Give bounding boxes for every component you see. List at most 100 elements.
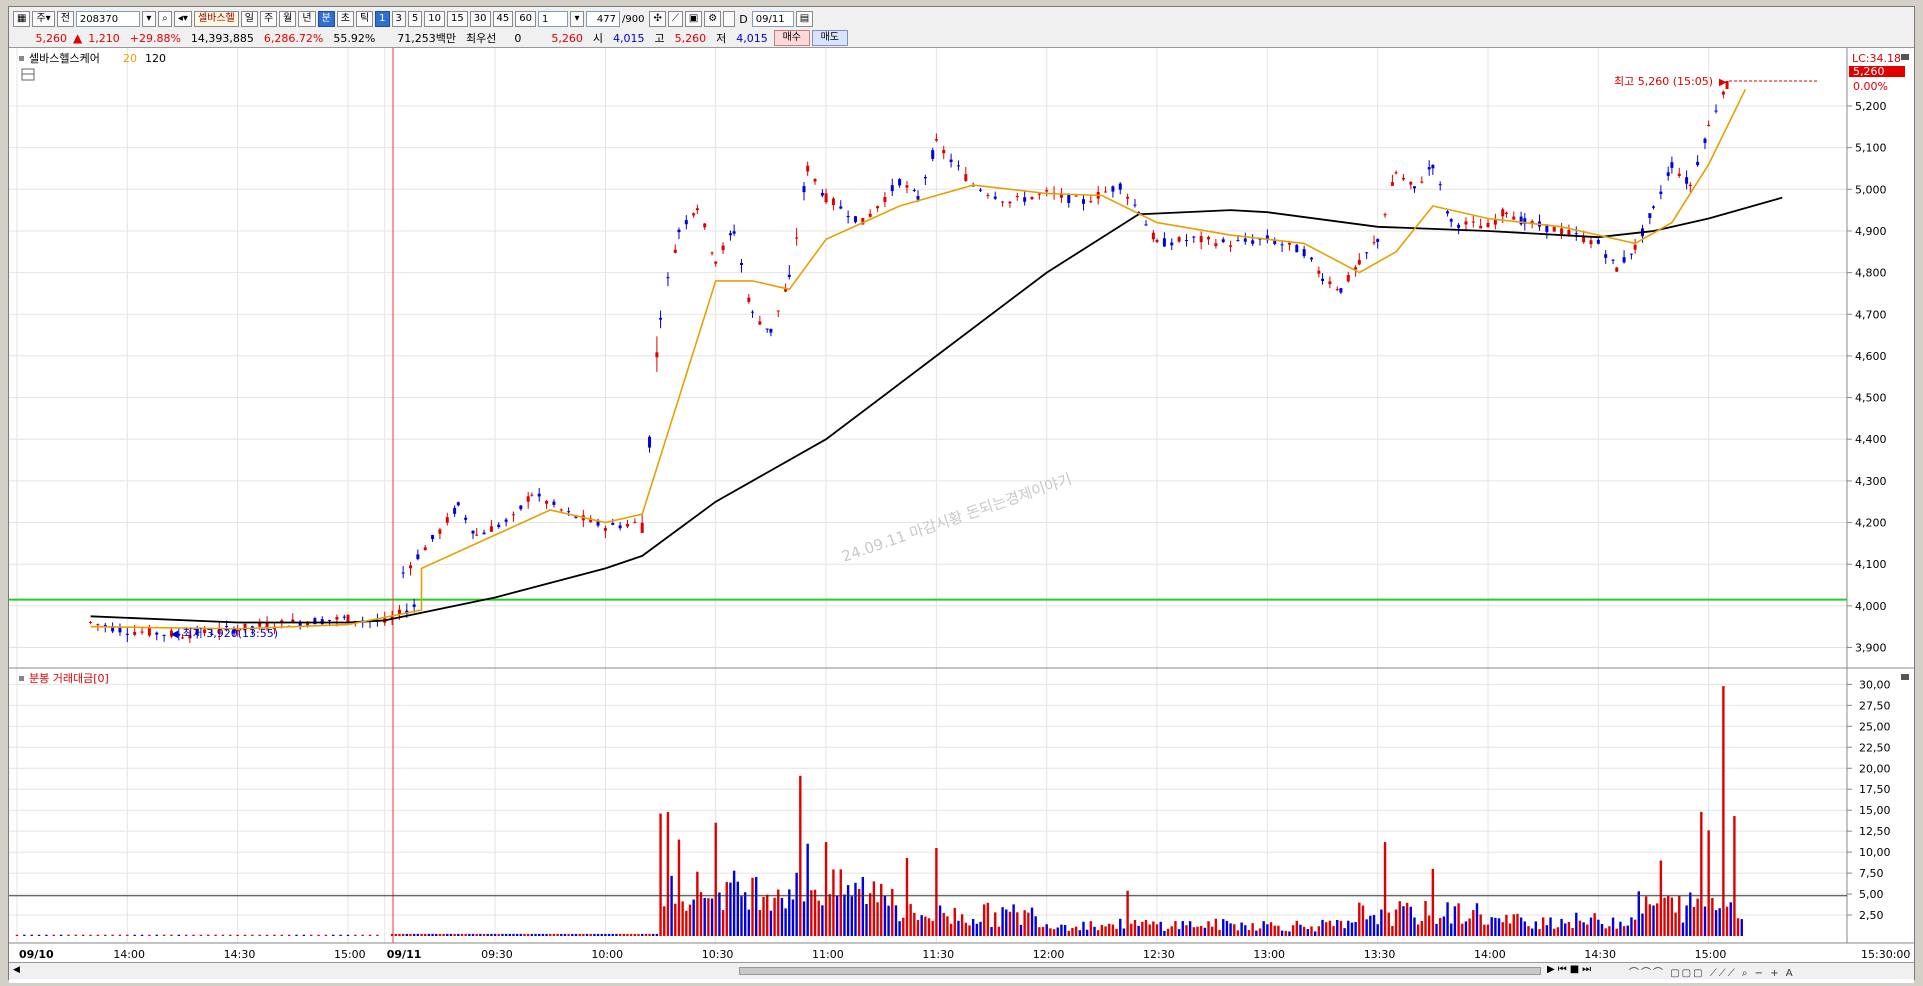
stock-code-input[interactable]: 208370 [75,11,140,27]
gear-icon[interactable]: ⚙ [704,11,722,27]
interval-1[interactable]: 1 [375,11,390,27]
scroll-nav-icons[interactable]: ▶⏮■⏭ [1547,964,1594,975]
stock-name-button[interactable]: 셀바스헬 [193,11,239,27]
candle-body [1589,240,1593,245]
dropdown-icon[interactable]: ▾ [141,11,156,27]
candle-body [89,621,93,623]
volume-bar [501,933,504,936]
volume-bar [1575,912,1578,936]
candle-body [732,231,736,234]
crosshair-icon[interactable]: ✣ [649,11,666,27]
volume-bar [1130,923,1133,936]
volume-bar [1553,928,1556,936]
tab-year[interactable]: 년 [298,11,316,27]
volume-bar [401,933,405,936]
candle-body [504,519,508,522]
interval-60[interactable]: 60 [515,11,536,27]
volume-bar [1457,903,1460,936]
interval-30[interactable]: 30 [469,11,491,27]
volume-bar [1615,928,1618,936]
unit-dropdown-icon[interactable]: ▾ [569,11,584,27]
price-panel-maximize-icon[interactable] [1901,54,1909,60]
volume-bar [30,934,33,936]
candle-body [986,194,990,196]
buy-button[interactable]: 매수 [773,30,810,46]
volume-bar [942,912,945,936]
volume-bar [1450,923,1453,936]
candle-body [408,565,412,569]
candle-body [453,507,457,514]
save-icon[interactable]: ▣ [684,11,703,27]
volume-bar [515,933,519,936]
calendar-icon[interactable]: ▤ [795,11,814,27]
volume-bar [1034,916,1037,936]
chart-tools-icons[interactable]: ⌒⌒⌒ ▢▢▢ ⟋⟋⟋ ⌕ − + A [1629,964,1795,979]
date-input[interactable]: 09/11 [751,11,794,27]
toolbar-row-1: ▦ 주 ▾ 전 208370 ▾ ⌕ ◂▾ 셀바스헬 일 주 월 년 분 초 틱 … [9,9,814,29]
interval-3[interactable]: 3 [391,11,406,27]
search-icon[interactable]: ⌕ [157,11,172,27]
high-arrow-icon: ▶ [1719,77,1727,88]
scroll-left-icon[interactable]: ◀ [13,965,20,975]
volume-bar [986,902,990,936]
draw-line-icon[interactable]: ⟋ [667,11,683,27]
horizontal-scrollbar[interactable]: ◀ ▶⏮■⏭ ⌒⌒⌒ ▢▢▢ ⟋⟋⟋ ⌕ − + A [9,962,1914,979]
interval-5[interactable]: 5 [407,11,423,27]
volume-bar [464,933,467,936]
prev-button[interactable]: 전 [56,11,74,27]
volume-bar [949,923,953,936]
tab-month[interactable]: 월 [279,11,297,27]
volume-bar [1380,909,1383,936]
volume-bar [1689,892,1692,936]
candle-body [905,185,909,188]
volume-bar [1505,914,1508,936]
volume-bar [1652,905,1655,936]
volume-bar [1626,925,1629,936]
candle-body [603,528,607,531]
volume-bar [913,912,916,936]
volume-bar [865,903,868,936]
candle-body [1295,244,1299,253]
candle-body [1652,206,1656,208]
unit-input[interactable]: 1 [537,11,568,27]
volume-legend-marker-icon [19,676,24,681]
interval-15[interactable]: 15 [447,11,468,27]
volume-bar [1269,922,1273,936]
volume-bar [740,896,743,936]
candle-body [342,616,346,618]
volume-bar [1074,926,1078,936]
volume-bar [1177,929,1181,936]
tab-minute[interactable]: 분 [317,11,335,27]
tab-second[interactable]: 초 [336,11,354,27]
interval-10[interactable]: 10 [424,11,446,27]
volume-bar [644,933,648,936]
volume-bar [571,933,574,936]
sell-button[interactable]: 매도 [811,30,848,46]
candle-body [1354,267,1358,270]
tab-week[interactable]: 주 [259,11,278,27]
volume-bar [931,920,934,936]
tab-day[interactable]: 일 [240,11,258,27]
volume-bar [1560,918,1563,936]
volume-bar [1045,924,1048,936]
candle-body [1302,249,1306,257]
volume-bar [236,934,239,936]
sound-icon[interactable]: ◂▾ [173,11,192,27]
volume-bar [714,822,717,936]
interval-45[interactable]: 45 [492,11,514,27]
chart-canvas[interactable]: 24.09.11 마감시황 돈되는경제이야기 3,9004,0004,1004,… [9,48,1914,983]
tab-tick[interactable]: 틱 [355,11,374,27]
volume-bar [162,934,166,936]
volume-tick-label: 20,00 [1859,762,1891,775]
period-select[interactable]: 주 ▾ [32,11,55,27]
layout-icon[interactable]: ▦ [13,11,31,27]
volume-bar [652,933,655,936]
volume-ratio: 6,286.72% [263,31,324,45]
scroll-thumb[interactable] [739,967,1541,975]
volume-bar [611,933,614,936]
panel-maximize-icon[interactable] [1901,674,1909,680]
count-input[interactable]: 477 [585,11,620,27]
price-tick-label: 5,200 [1855,100,1887,113]
date-checkbox[interactable] [723,11,736,27]
candle-body [758,321,762,325]
